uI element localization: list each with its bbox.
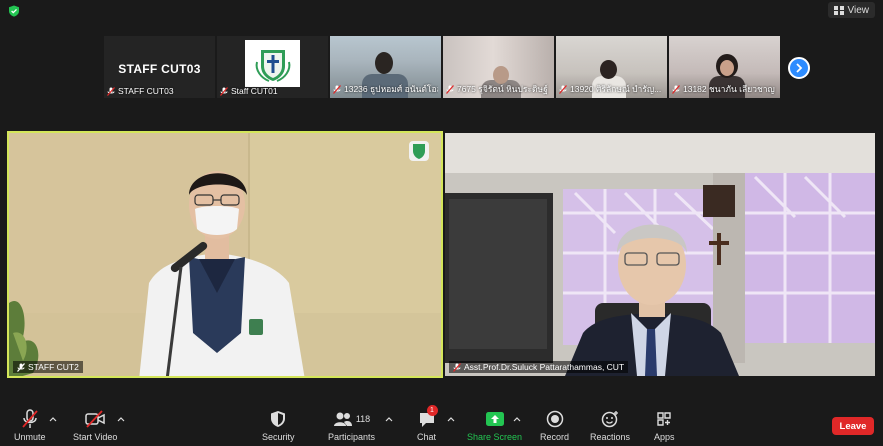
apps-icon: [657, 412, 671, 426]
muted-mic-icon: [559, 84, 567, 94]
muted-mic-icon: [220, 86, 228, 96]
share-screen-button[interactable]: Share Screen: [467, 408, 522, 442]
record-button[interactable]: Record: [540, 408, 569, 442]
chevron-right-icon: [796, 63, 803, 73]
next-page-button[interactable]: [788, 57, 810, 79]
participant-name: STAFF CUT03: [118, 86, 174, 96]
active-speaker-tile[interactable]: STAFF CUT2: [7, 131, 443, 378]
unmute-button[interactable]: Unmute: [14, 408, 46, 442]
muted-mic-icon: [672, 84, 680, 94]
participant-thumbnail[interactable]: 13182 ชนาภัน เลียวชาญ: [669, 36, 780, 98]
security-button[interactable]: Security: [262, 408, 295, 442]
participant-thumbnail[interactable]: 7675 รุจิรัตน์ หินประดิษฐ์: [443, 36, 554, 98]
participant-name-label: Asst.Prof.Dr.Suluck Pattarathammas, CUT: [449, 361, 629, 373]
crest-logo-icon: [255, 49, 290, 82]
start-video-label: Start Video: [73, 432, 118, 442]
security-label: Security: [262, 432, 295, 442]
record-label: Record: [540, 432, 570, 442]
audio-options-caret-icon[interactable]: [49, 416, 57, 422]
participant-name: 13920 ศิริลักษณ์ บำรัญ...: [570, 84, 662, 94]
muted-mic-icon: [333, 84, 341, 94]
participant-name: 13182 ชนาภัน เลียวชาญ: [683, 84, 775, 94]
share-screen-label: Share Screen: [467, 432, 523, 442]
view-button[interactable]: View: [827, 2, 875, 18]
participant-name: 13236 ธูปหอมศ์ อนันต์โอสุ...: [344, 84, 438, 94]
apps-label: Apps: [654, 432, 675, 442]
muted-mic-icon: [446, 84, 454, 94]
share-screen-icon: [485, 412, 504, 426]
muted-mic-icon: [107, 86, 115, 96]
participant-name: Asst.Prof.Dr.Suluck Pattarathammas, CUT: [464, 362, 625, 372]
reactions-smiley-icon: [601, 411, 619, 428]
participant-thumbnail[interactable]: 13236 ธูปหอมศ์ อนันต์โอสุ...: [330, 36, 441, 98]
meeting-toolbar: Unmute Start Video Security 118 Particip…: [0, 404, 883, 446]
participant-name: Staff CUT01: [231, 86, 278, 96]
chat-options-caret-icon[interactable]: [447, 416, 455, 422]
encryption-shield-icon[interactable]: [8, 5, 20, 17]
security-shield-icon: [271, 411, 286, 427]
mic-muted-icon: [22, 409, 38, 428]
participants-icon: [333, 412, 352, 426]
share-options-caret-icon[interactable]: [513, 416, 521, 422]
thumbnail-strip: STAFF CUT03 STAFF CUT03 Staff CUT01 1323…: [104, 36, 780, 98]
participant-thumbnail[interactable]: Staff CUT01: [217, 36, 328, 98]
video-off-icon: [85, 410, 105, 428]
speaker-video: [9, 133, 441, 376]
view-label: View: [847, 4, 870, 16]
muted-mic-icon: [453, 362, 461, 372]
chat-button[interactable]: 1 Chat: [417, 405, 438, 442]
participant-main-tile[interactable]: Asst.Prof.Dr.Suluck Pattarathammas, CUT: [445, 133, 875, 376]
video-options-caret-icon[interactable]: [117, 416, 125, 422]
reactions-label: Reactions: [590, 432, 631, 442]
chat-label: Chat: [417, 432, 437, 442]
unmute-label: Unmute: [14, 432, 46, 442]
participants-count: 118: [355, 414, 371, 424]
start-video-button[interactable]: Start Video: [73, 408, 117, 442]
grid-view-icon: [833, 5, 844, 15]
record-icon: [546, 410, 563, 428]
participant-video: [445, 133, 875, 376]
speaker-name-label: STAFF CUT2: [13, 361, 83, 373]
participant-name: STAFF CUT2: [28, 362, 79, 372]
chat-unread-badge: 1: [426, 405, 438, 416]
leave-meeting-button[interactable]: Leave: [832, 417, 874, 435]
participant-name-banner: STAFF CUT03: [118, 62, 201, 76]
reactions-button[interactable]: Reactions: [590, 408, 630, 442]
apps-button[interactable]: Apps: [654, 408, 675, 442]
participant-thumbnail[interactable]: 13920 ศิริลักษณ์ บำรัญ...: [556, 36, 667, 98]
participants-button[interactable]: 118 Participants: [328, 408, 375, 442]
participant-thumbnail[interactable]: STAFF CUT03 STAFF CUT03: [104, 36, 215, 98]
participants-label: Participants: [328, 432, 376, 442]
zoom-meeting-window: View STAFF CUT03 STAFF CUT03 Staff CUT01…: [0, 0, 883, 446]
participants-options-caret-icon[interactable]: [385, 416, 393, 422]
university-logo: [245, 40, 300, 87]
participant-name: 7675 รุจิรัตน์ หินประดิษฐ์: [457, 84, 548, 94]
muted-mic-icon: [17, 362, 25, 372]
